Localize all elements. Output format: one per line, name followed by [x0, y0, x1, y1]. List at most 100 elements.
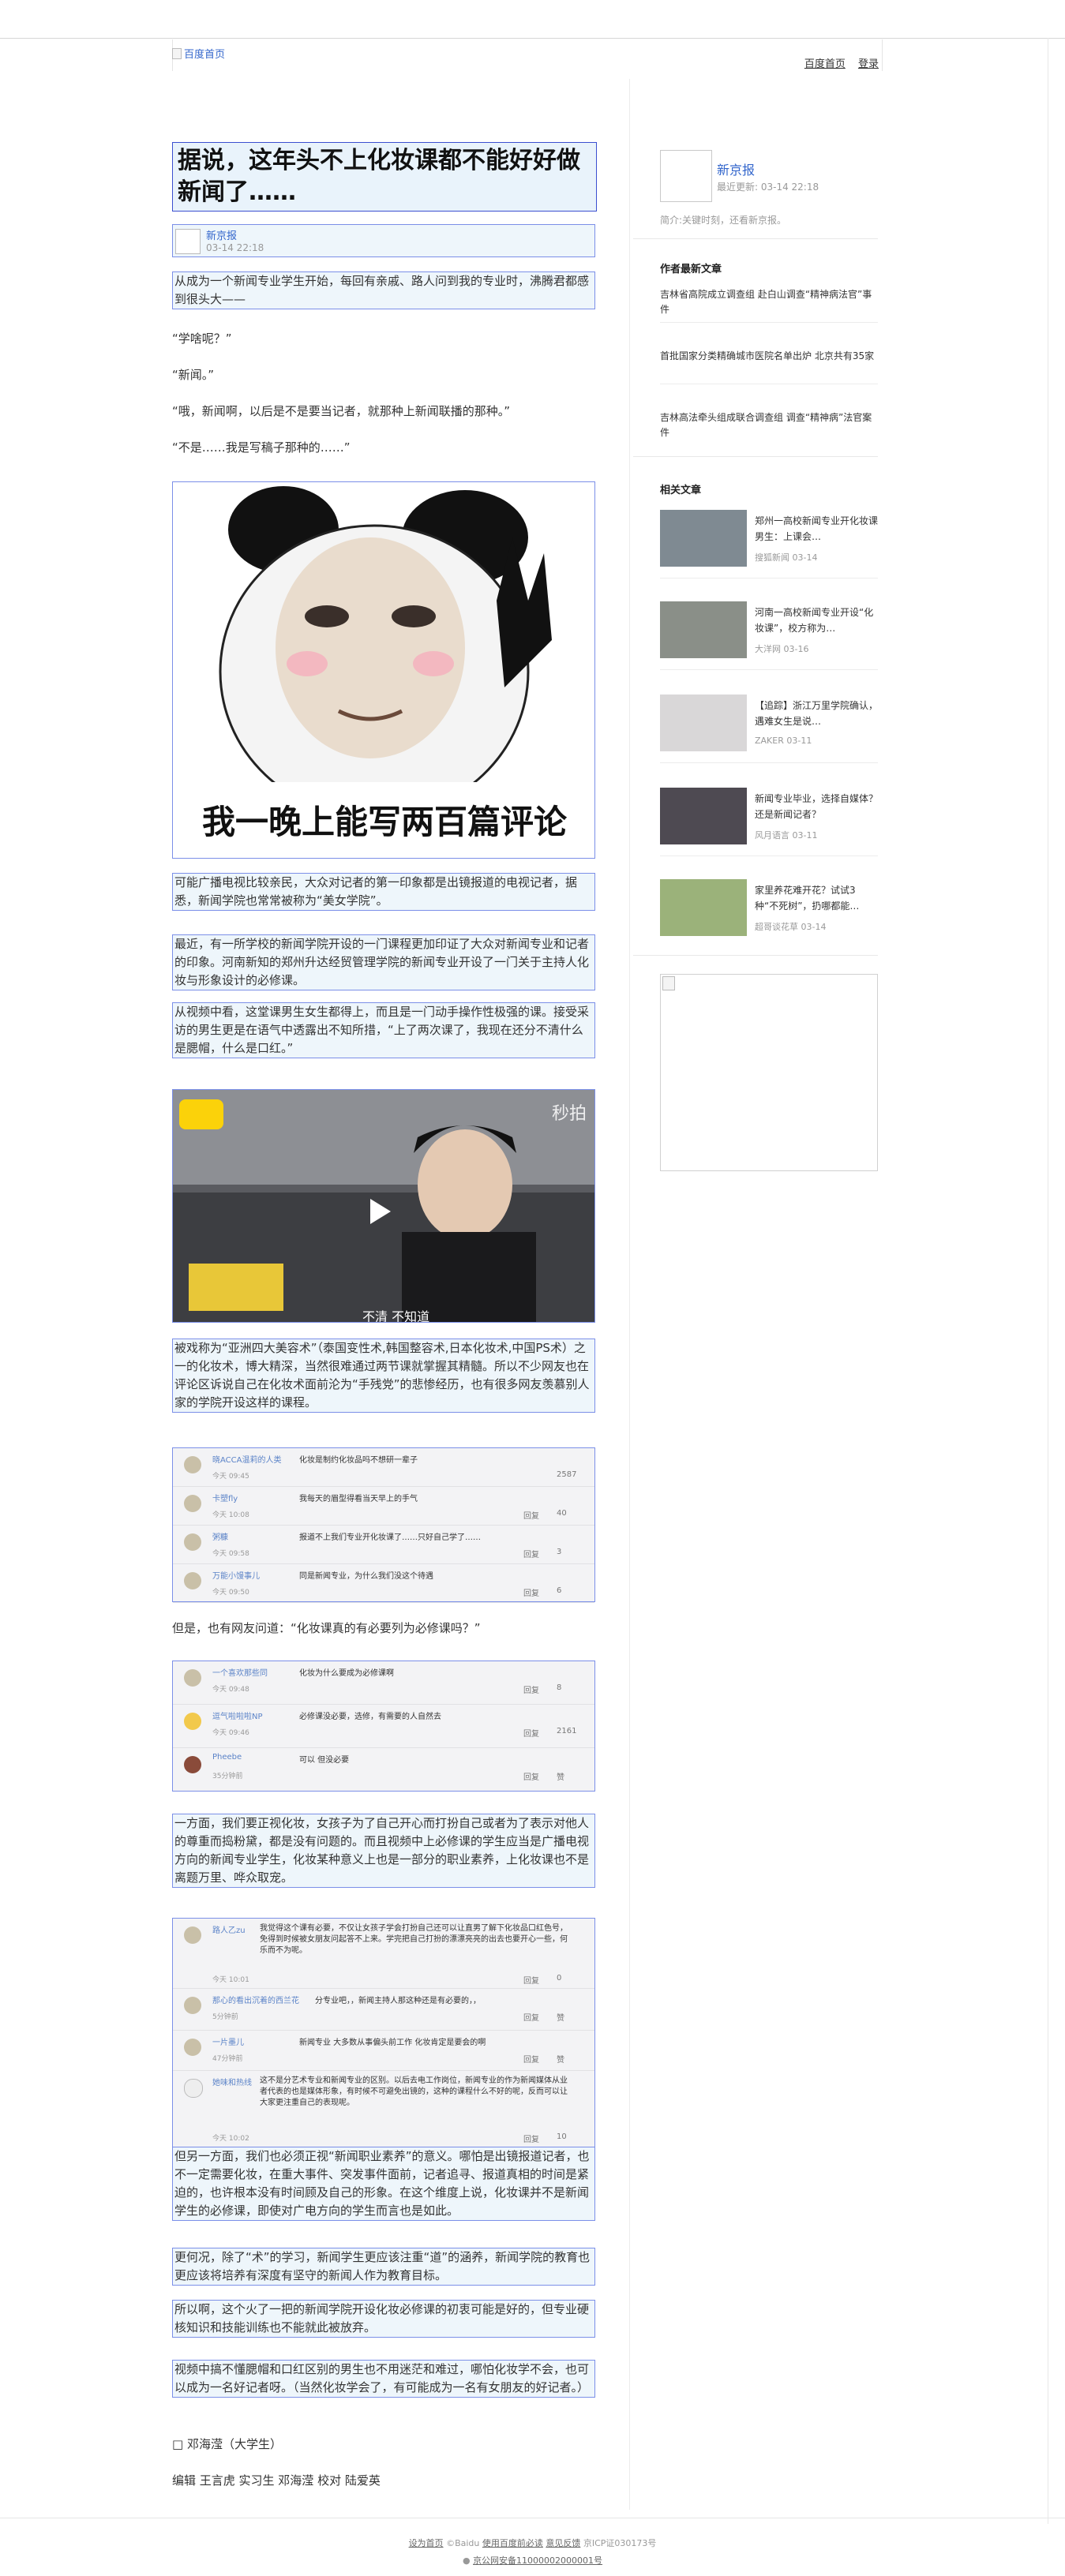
- commenter-name: Pheebe: [212, 1753, 242, 1762]
- comment-time: 今天 10:02: [212, 2135, 249, 2143]
- police-badge-icon: ●: [462, 2555, 471, 2566]
- commenter-avatar: [184, 1669, 201, 1687]
- commenter-name: 万能小馒事儿: [212, 1572, 260, 1581]
- ad-slot[interactable]: [660, 974, 878, 1171]
- author-time: 03-14 22:18: [206, 242, 264, 253]
- commenter-avatar: [184, 1997, 201, 2014]
- related-source: 大洋网: [755, 644, 781, 654]
- related-title: 河南一高校新闻专业开设“化妆课”，校方称为…: [755, 607, 874, 634]
- comment-text: 这不是分艺术专业和新闻专业的区别。以后去电工作岗位，新闻专业的作为新闻媒体从业者…: [260, 2076, 568, 2107]
- latest-article-link[interactable]: 首批国家分类精确城市医院名单出炉 北京共有35家: [660, 349, 878, 364]
- related-article[interactable]: 新闻专业毕业，选择自媒体？还是新闻记者？ 风月语言 03-11: [660, 788, 878, 844]
- comments-screenshot-2: 一个喜欢那些同 化妆为什么要成为必修课啊 今天 09:48 回复 8 逗气啦啦啦…: [172, 1661, 595, 1792]
- sidebar-divider: [633, 456, 878, 457]
- play-icon[interactable]: [370, 1199, 391, 1224]
- comment-time: 5分钟前: [212, 2013, 238, 2021]
- paragraph: 从视频中看，这堂课男生女生都得上，而且是一门动手操作性极强的课。接受采访的男生更…: [172, 1002, 595, 1058]
- comment-reply: 回复: [523, 1687, 539, 1695]
- top-divider: [0, 38, 1065, 39]
- comment-text: 必修课没必要，选修，有需要的人自然去: [299, 1713, 441, 1721]
- paragraph: “不是……我是写稿子那种的……”: [172, 440, 351, 455]
- related-date: 03-11: [792, 830, 818, 841]
- paragraph: 但另一方面，我们也必须正视“新闻职业素养”的意义。哪怕是出镜报道记者，也不一定需…: [172, 2147, 595, 2221]
- related-article[interactable]: 河南一高校新闻专业开设“化妆课”，校方称为… 大洋网 03-16: [660, 601, 878, 658]
- paragraph: 所以啊，这个火了一把的新闻学院开设化妆必修课的初衷可能是好的，但专业硬核知识和技…: [172, 2300, 595, 2338]
- nav-baidu-home[interactable]: 百度首页: [804, 58, 846, 70]
- latest-article-link[interactable]: 吉林高法牵头组成联合调查组 调查“精神病”法官案件: [660, 410, 878, 440]
- paragraph: 从成为一个新闻专业学生开始，每回有亲戚、路人问到我的专业时，沸腾君都感到很头大—…: [172, 271, 595, 309]
- related-article[interactable]: 家里养花难开花？试试3种“不死树”，扔哪都能… 超哥谈花草 03-14: [660, 879, 878, 936]
- sidebar-updated: 最近更新: 03-14 22:18: [717, 182, 819, 193]
- commenter-avatar: [184, 1756, 201, 1773]
- sidebar-divider: [633, 238, 878, 239]
- comment-likes: 40: [557, 1509, 567, 1518]
- comment-time: 35分钟前: [212, 1773, 243, 1780]
- related-thumbnail: [660, 788, 747, 844]
- comments-screenshot-1: 晓ACCA温莉的人类 化妆是制约化妆品吗不想研一辈子 今天 09:45 2587…: [172, 1447, 595, 1603]
- commenter-avatar: [184, 1533, 201, 1551]
- footer-feedback[interactable]: 意见反馈: [546, 2538, 580, 2548]
- comment-row: 粥糠 报道不上我们专业开化妆课了……只好自己学了…… 今天 09:58 回复 3: [173, 1526, 594, 1564]
- video-watermark: 秒拍: [551, 1104, 587, 1124]
- comment-time: 今天 09:45: [212, 1473, 249, 1481]
- comment-text: 报道不上我们专业开化妆课了……只好自己学了……: [299, 1533, 481, 1542]
- footer-terms[interactable]: 使用百度前必读: [482, 2538, 543, 2548]
- comment-text: 同是新闻专业，为什么我们没这个待遇: [299, 1572, 433, 1581]
- sidebar-author-name[interactable]: 新京报: [717, 159, 755, 178]
- related-article[interactable]: 郑州一高校新闻专业开化妆课 男生：上课会… 搜狐新闻 03-14: [660, 510, 878, 567]
- sidebar-divider: [633, 955, 878, 956]
- related-articles-heading: 相关文章: [660, 485, 702, 496]
- comment-reply: 回复: [523, 1773, 539, 1782]
- related-source: 搜狐新闻: [755, 552, 789, 563]
- sidebar-separator: [660, 762, 878, 763]
- related-meta: 大洋网 03-16: [755, 642, 808, 655]
- comment-time: 今天 09:58: [212, 1550, 249, 1558]
- commenter-avatar: [184, 1495, 201, 1512]
- nav-login[interactable]: 登录: [858, 58, 879, 70]
- author-avatar[interactable]: [175, 229, 201, 254]
- commenter-name: 路人乙zu: [212, 1926, 246, 1935]
- comment-text: 化妆为什么要成为必修课啊: [299, 1669, 394, 1678]
- footer-icp: 京ICP证030173号: [583, 2538, 657, 2548]
- comment-time: 47分钟前: [212, 2055, 243, 2063]
- comment-row: 她味和热线 这不是分艺术专业和新闻专业的区别。以后去电工作岗位，新闻专业的作为新…: [173, 2071, 594, 2148]
- comment-row: 晓ACCA温莉的人类 化妆是制约化妆品吗不想研一辈子 今天 09:45 2587: [173, 1448, 594, 1487]
- comment-row: 一个喜欢那些同 化妆为什么要成为必修课啊 今天 09:48 回复 8: [173, 1661, 594, 1705]
- panda-meme-illustration: 我一晚上能写两百篇评论: [173, 482, 594, 858]
- broken-image-icon: [172, 47, 182, 59]
- commenter-avatar: [184, 2039, 201, 2056]
- comment-reply: 回复: [523, 1977, 539, 1986]
- footer-beian-link[interactable]: 京公网安备11000002000001号: [473, 2555, 602, 2566]
- author-avatar[interactable]: [660, 150, 712, 202]
- related-meta: 风月语言 03-11: [755, 829, 817, 841]
- video-channel-logo: [179, 1099, 223, 1129]
- author-name[interactable]: 新京报: [206, 227, 237, 242]
- comment-reply: 回复: [523, 1512, 539, 1521]
- comment-likes: 3: [557, 1548, 562, 1556]
- comment-time: 今天 09:46: [212, 1729, 249, 1737]
- comment-row: 卡塑fly 我每天的眉型得看当天早上的手气 今天 10:08 回复 40: [173, 1487, 594, 1526]
- related-source: ZAKER: [755, 736, 784, 746]
- footer-set-home[interactable]: 设为首页: [409, 2538, 444, 2548]
- editor-credits: 编辑 王言虎 实习生 邓海滢 校对 陆爱英: [172, 2473, 381, 2488]
- latest-article-link[interactable]: 吉林省高院成立调查组 赴白山调查“精神病法官”事件: [660, 287, 878, 317]
- related-date: 03-16: [783, 644, 809, 654]
- commenter-avatar: [184, 1713, 201, 1730]
- comment-row: 路人乙zu 我觉得这个课有必要，不仅让女孩子学会打扮自己还可以让直男了解下化妆品…: [173, 1919, 594, 1989]
- comment-text: 分专业吧，，新闻主持人那这种还是有必要的，，: [315, 1997, 481, 2005]
- sidebar-separator: [660, 669, 878, 670]
- footer-copyright: ©Baidu: [446, 2538, 480, 2548]
- baidu-logo-link[interactable]: 百度首页: [172, 46, 225, 61]
- comment-likes: 10: [557, 2132, 567, 2141]
- comment-row: 一片墨儿 新闻专业 大多数从事偏头前工作 化妆肯定是要会的啊 47分钟前 回复 …: [173, 2031, 594, 2071]
- comment-time: 今天 10:08: [212, 1511, 249, 1519]
- related-thumbnail: [660, 510, 747, 567]
- commenter-avatar: [184, 1572, 201, 1589]
- commenter-avatar: [184, 1456, 201, 1473]
- commenter-name: 逗气啦啦啦NP: [212, 1713, 263, 1721]
- related-article[interactable]: 【追踪】浙江万里学院确认，遇难女生是说… ZAKER 03-11: [660, 695, 878, 751]
- video-player[interactable]: 秒拍 不清 不知道: [172, 1089, 595, 1323]
- commenter-name: 一个喜欢那些同: [212, 1669, 268, 1678]
- top-nav: 百度首页 登录: [795, 55, 879, 70]
- related-date: 03-14: [801, 922, 827, 932]
